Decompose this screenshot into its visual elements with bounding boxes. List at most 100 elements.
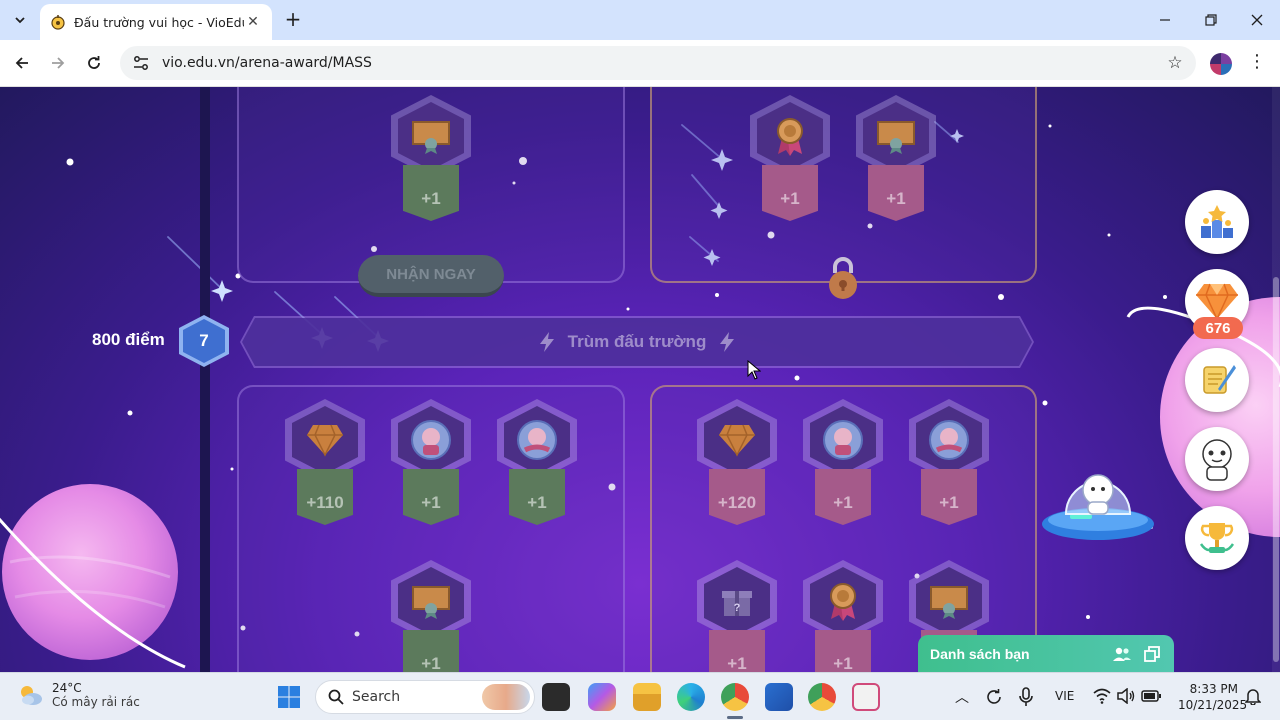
arrow-right-icon [52,57,65,69]
reward-gift-bottom-right: ? +1 [695,560,779,672]
minimize-window-button[interactable] [1142,6,1188,34]
browser-menu-icon[interactable]: ⋮ [1248,51,1266,77]
missions-button[interactable] [1185,348,1249,412]
tab-search-button[interactable] [8,8,32,32]
system-clock[interactable]: 8:33 PM 10/21/2025 [1178,681,1248,713]
site-info-icon[interactable] [132,54,150,72]
reward-amount: +1 [527,493,547,512]
reward-avatar-frame-bottom-left-1: +1 [389,399,473,529]
taskbar-search-box[interactable]: Search [315,680,535,714]
new-tab-button[interactable]: + [282,8,304,30]
reward-certificate-bottom-left: +1 [389,560,473,672]
chevron-down-icon [15,17,25,24]
gem-icon [1196,283,1238,321]
friends-icon[interactable] [1112,644,1132,664]
volume-icon[interactable] [1117,688,1135,704]
friends-list-bar[interactable]: Danh sách bạn [918,635,1174,672]
level-banner-title: Trùm đấu trường [567,332,707,351]
copilot-icon[interactable] [588,683,616,711]
diamond-icon [307,424,343,457]
clock-date: 10/21/2025 [1178,698,1248,712]
avatar-frame-icon [823,420,863,460]
reward-amount: +120 [717,493,757,512]
url-text[interactable]: vio.edu.vn/arena-award/MASS [162,55,1164,71]
friends-list-label: Danh sách bạn [930,645,1030,662]
avatar-frame-icon [517,420,557,460]
reward-medal-bottom-right: +1 [801,560,885,672]
reward-amount: +1 [833,654,853,672]
mouse-cursor-icon [747,360,761,380]
reward-avatar-frame-bottom-right-1: +1 [801,399,885,529]
diamond-icon [719,424,755,457]
reward-medal-top-right: +1 [748,95,832,225]
claim-now-button[interactable]: NHẬN NGAY [358,255,504,297]
weather-temperature: 24°C [52,681,82,695]
task-view-icon[interactable] [542,683,570,711]
planet-left-decoration [0,484,186,669]
windows-start-icon[interactable] [277,685,301,709]
partly-cloudy-icon [21,686,42,705]
weather-widget[interactable]: 24°C Có mây rải rác [16,681,140,709]
show-hidden-icons-chevron-icon[interactable]: ︿ [955,687,969,707]
browser-tab-active[interactable]: Đấu trường vui học - VioEdu ✕ [40,4,272,40]
reward-amount: +1 [939,493,959,512]
progress-rail [200,87,210,672]
tab-close-icon[interactable]: ✕ [244,14,262,30]
reward-avatar-frame-bottom-left-2: +1 [495,399,579,529]
avatar-frame-icon [411,420,451,460]
clock-time: 8:33 PM [1189,682,1238,696]
close-icon [1251,14,1263,26]
reward-amount: +1 [727,654,747,672]
gem-count-badge: 676 [1193,317,1243,339]
page-scrollbar[interactable] [1272,87,1280,672]
edge-browser-icon[interactable] [677,683,705,711]
svg-text:?: ? [734,602,741,614]
battery-icon[interactable] [1141,690,1161,702]
minimize-icon [1160,19,1170,21]
active-app-indicator [727,716,743,719]
chrome-browser-icon[interactable] [808,683,836,711]
bookmark-star-icon[interactable]: ☆ [1164,53,1186,73]
file-explorer-icon[interactable] [633,683,661,711]
restore-icon [1205,14,1217,26]
certificate-icon [412,586,450,619]
arena-award-page: +1 NHẬN NGAY +1 +1 800 điểm 7 Trùm đấu t… [0,87,1280,672]
ufo-mascot-decoration[interactable] [1040,452,1160,547]
arrow-left-icon [15,57,28,69]
sync-icon[interactable] [985,688,1003,706]
language-indicator[interactable]: VIE [1055,689,1074,703]
back-button[interactable] [9,50,35,76]
scrollbar-thumb[interactable] [1273,277,1279,662]
expand-window-icon[interactable] [1142,644,1162,664]
lightning-icon [536,331,558,353]
windows-taskbar: 24°C Có mây rải rác Search ︿ VIE 8:33 PM… [0,672,1280,720]
microphone-icon[interactable] [1018,687,1034,707]
reload-icon [88,56,100,69]
search-icon [328,689,344,705]
microsoft-store-icon[interactable] [765,683,793,711]
forward-button[interactable] [45,50,71,76]
profile-avatar[interactable] [1210,53,1232,75]
reward-amount: +1 [421,493,441,512]
close-window-button[interactable] [1234,6,1280,34]
snipping-tool-icon[interactable] [852,683,880,711]
reload-button[interactable] [81,50,107,76]
address-bar[interactable]: vio.edu.vn/arena-award/MASS ☆ [120,46,1196,80]
tab-title: Đấu trường vui học - VioEdu [74,14,244,30]
leaderboard-button[interactable] [1185,190,1249,254]
lightning-icon [716,331,738,353]
reward-diamond-bottom-left: +110 [283,399,367,529]
reward-amount: +1 [421,189,441,208]
avatar-character-button[interactable] [1185,427,1249,491]
achievements-button[interactable] [1185,506,1249,570]
wifi-icon[interactable] [1093,688,1111,704]
restore-window-button[interactable] [1188,6,1234,34]
level-points-label: 800 điểm [92,330,165,349]
avatar-frame-icon [929,420,969,460]
reward-avatar-frame-bottom-right-2: +1 [907,399,991,529]
browser-toolbar: vio.edu.vn/arena-award/MASS ☆ ⋮ [0,40,1280,87]
medal-icon [777,118,803,156]
notification-bell-icon[interactable] [1245,687,1261,705]
chrome-browser-icon-active[interactable] [721,683,749,711]
reward-diamond-bottom-right: +120 [695,399,779,529]
